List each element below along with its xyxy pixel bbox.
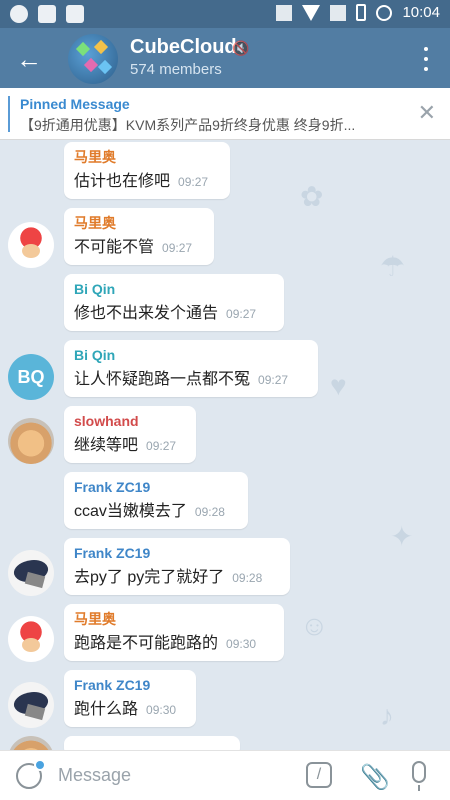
sender-name: 马里奥 [74,149,116,165]
message-text: 修也不出来发个通告 [74,305,219,322]
mute-notification-icon [276,4,293,21]
sender-name: Frank ZC19 [74,479,151,495]
sender-name: Bi Qin [74,347,116,363]
battery-icon [356,4,367,21]
sender-name: Frank ZC19 [74,677,151,693]
message-time: 09:30 [226,637,257,651]
avatar[interactable] [8,550,54,596]
sender-name: 马里奥 [74,215,116,231]
chat-header: ← CubeCloud 🔇 574 members [0,28,450,88]
pinned-message-bar[interactable]: Pinned Message 【9折通用优惠】KVM系列产品9折终身优惠 终身9… [0,88,450,140]
message-bubble[interactable]: 马里奥 估计也在修吧 09:27 [64,142,230,199]
avatar[interactable] [8,682,54,728]
message-list[interactable]: ✿ ☂ ♥ ✦ ☺ ♪ 马里奥 估计也在修吧 09:27 马里奥 不可能不管 09:… [0,140,450,750]
doodle-icon: ☂ [380,251,406,282]
message-bubble[interactable]: Frank ZC19 跑什么路 09:30 [64,670,196,727]
message-time: 09:28 [232,571,263,585]
signal-icon [330,4,347,21]
youtube-icon [38,5,56,23]
attach-icon[interactable]: 📎 [360,763,390,792]
microphone-icon[interactable] [412,761,426,791]
message-text: 让人怀疑跑路一点都不冤 [74,371,251,388]
clock: 10:04 [402,4,440,21]
doodle-icon: ✦ [390,521,414,552]
message-text: ccav当嫩模去了 [74,503,187,520]
avatar[interactable] [8,736,54,750]
emoji-icon[interactable] [16,759,46,789]
sync-icon [376,4,393,21]
close-icon[interactable]: ✕ [418,100,436,126]
notification-dot [34,759,46,771]
gallery-icon [66,5,84,23]
message-bubble[interactable]: Frank ZC19 ccav当嫩模去了 09:28 [64,472,248,529]
doodle-icon: ♪ [380,700,394,731]
message-text: 去py了 py完了就好了 [74,569,225,586]
message-time: 09:27 [146,439,177,453]
pinned-title: Pinned Message [20,96,130,112]
telegram-icon [10,5,28,23]
message-bubble[interactable]: slowhand 继续等吧 09:27 [64,406,196,463]
message-text: 不可能不管 [74,239,155,256]
pinned-text: 【9折通用优惠】KVM系列产品9折终身优惠 终身9折... [20,117,356,133]
avatar[interactable] [8,222,54,268]
message-time: 09:30 [146,703,177,717]
chat-title[interactable]: CubeCloud [130,36,237,59]
muted-icon: 🔇 [232,40,250,56]
sender-name: Frank ZC19 [74,545,151,561]
message-time: 09:28 [194,505,225,519]
message-time: 09:27 [226,307,257,321]
message-bubble[interactable] [64,736,240,750]
bot-command-icon[interactable]: / [306,762,332,788]
avatar[interactable] [8,616,54,662]
message-text: 跑路是不可能跑路的 [74,635,219,652]
status-bar: 10:04 [0,0,450,28]
message-text: 估计也在修吧 [74,173,171,190]
avatar[interactable] [8,418,54,464]
message-time: 09:27 [258,373,289,387]
doodle-icon: ✿ [300,181,324,212]
avatar[interactable]: BQ [8,354,54,400]
doodle-icon: ☺ [300,610,329,641]
more-vertical-icon[interactable] [416,44,436,74]
sender-name: Bi Qin [74,281,116,297]
message-time: 09:27 [178,175,209,189]
message-bubble[interactable]: 马里奥 不可能不管 09:27 [64,208,214,265]
sender-name: 马里奥 [74,611,116,627]
doodle-icon: ♥ [330,370,347,401]
message-text: 跑什么路 [74,701,139,718]
message-bubble[interactable]: Bi Qin 修也不出来发个通告 09:27 [64,274,284,331]
message-bubble[interactable]: Frank ZC19 去py了 py完了就好了 09:28 [64,538,290,595]
back-arrow-icon[interactable]: ← [12,42,46,76]
message-composer: Message / 📎 [0,750,450,800]
group-avatar[interactable] [68,34,118,84]
message-bubble[interactable]: 马里奥 跑路是不可能跑路的 09:30 [64,604,284,661]
message-bubble[interactable]: Bi Qin 让人怀疑跑路一点都不冤 09:27 [64,340,318,397]
pinned-accent [8,96,10,132]
member-count: 574 members [130,61,222,78]
wifi-icon [302,4,321,21]
message-text: 继续等吧 [74,437,139,454]
message-input[interactable]: Message [58,765,131,786]
sender-name: slowhand [74,413,139,429]
message-time: 09:27 [162,241,193,255]
